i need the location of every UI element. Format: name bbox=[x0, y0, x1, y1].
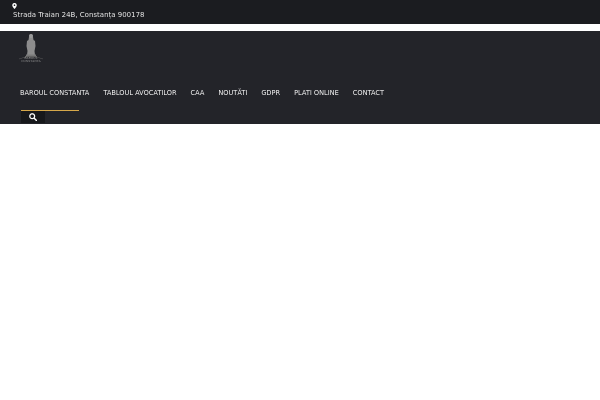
page-content bbox=[0, 124, 600, 400]
nav-item-caa[interactable]: CAA bbox=[191, 88, 205, 98]
search-button[interactable] bbox=[21, 110, 79, 123]
address-text: Strada Traian 24B, Constanța 900178 bbox=[13, 11, 145, 19]
top-bar: Strada Traian 24B, Constanța 900178 bbox=[0, 0, 600, 24]
map-pin-icon bbox=[12, 3, 17, 9]
search-button-box[interactable] bbox=[21, 111, 45, 123]
main-nav: BAROUL CONSTANTA TABLOUL AVOCATILOR CAA … bbox=[20, 88, 398, 98]
nav-item-noutati[interactable]: NOUTĂTI bbox=[218, 88, 247, 98]
nav-item-baroul-constanta[interactable]: BAROUL CONSTANTA bbox=[20, 88, 89, 98]
nav-item-tabloul-avocatilor[interactable]: TABLOUL AVOCATILOR bbox=[103, 88, 176, 98]
nav-item-plati-online[interactable]: PLATI ONLINE bbox=[294, 88, 339, 98]
search-icon bbox=[29, 113, 37, 121]
logo-text: BAROUL CONSTANTA bbox=[16, 56, 46, 64]
site-header: BAROUL CONSTANTA BAROUL CONSTANTA TABLOU… bbox=[0, 31, 600, 124]
separator bbox=[0, 24, 600, 31]
logo-line-2: CONSTANTA bbox=[21, 59, 41, 64]
nav-item-contact[interactable]: CONTACT bbox=[353, 88, 384, 98]
nav-item-gdpr[interactable]: GDPR bbox=[261, 88, 280, 98]
